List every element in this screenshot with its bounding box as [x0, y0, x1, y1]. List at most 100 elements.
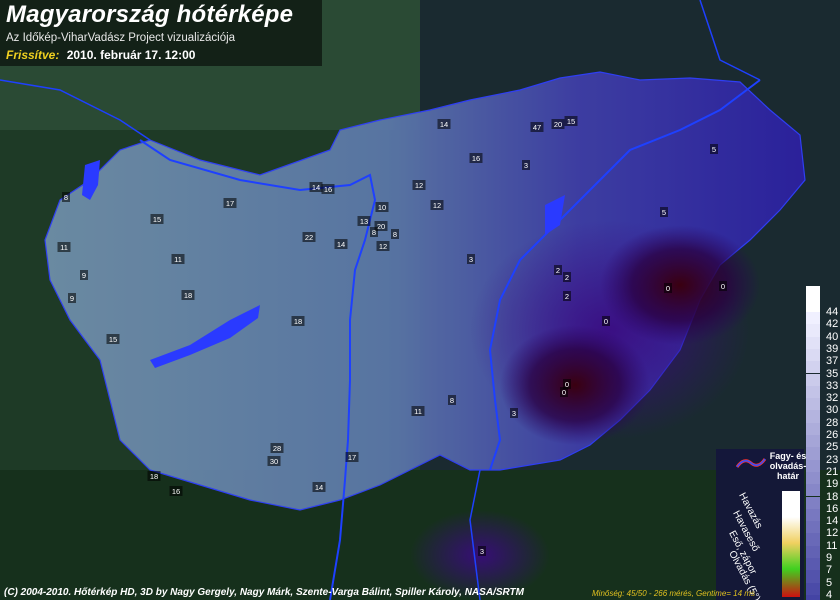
snow-depth-point: 16 [169, 486, 183, 496]
scale-cell [806, 422, 820, 435]
snow-depth-point: 9 [80, 270, 88, 280]
scale-cell [806, 570, 820, 583]
scale-tick-label: 26 [826, 429, 839, 441]
snow-depth-value: 11 [414, 407, 422, 416]
snow-depth-value: 12 [379, 242, 387, 251]
snow-map-page: 8 15 17 14 16 11 9 9 11 18 15 22 14 18 13 10 20 8 8 12 12 14 4… [0, 0, 840, 600]
updated-label: Frissítve: [6, 48, 60, 62]
scale-cell [806, 336, 820, 349]
snow-depth-value: 3 [469, 255, 473, 264]
snow-depth-point: 20 [551, 119, 565, 129]
snow-depth-value: 10 [378, 203, 386, 212]
snow-depth-point: 8 [448, 395, 456, 405]
scale-tick-label: 35 [826, 367, 839, 380]
legend-rain-swatch [782, 543, 800, 569]
snow-depth-point: 17 [345, 452, 359, 462]
snow-depth-point: 3 [510, 408, 518, 418]
scale-tick-label: 4 [826, 588, 833, 600]
title-panel: Magyarország hótérképe Az Időkép-ViharVa… [0, 0, 322, 66]
scale-cell [806, 558, 820, 571]
snow-depth-point: 47 [530, 122, 544, 132]
snow-depth-point: 8 [370, 227, 378, 237]
snow-depth-value: 18 [294, 317, 302, 326]
page-subtitle: Az Időkép-ViharVadász Project vizualizác… [6, 32, 236, 44]
scale-tick-label: 44 [826, 306, 839, 318]
snow-depth-value: 0 [666, 284, 670, 293]
snow-depth-point: 12 [376, 241, 390, 251]
scale-cell [806, 398, 820, 411]
scale-cell [806, 435, 820, 448]
scale-cell [806, 459, 820, 472]
snow-depth-point: 2 [563, 272, 571, 282]
snow-depth-point: 18 [147, 471, 161, 481]
updated-value: 2010. február 17. 12:00 [66, 48, 196, 62]
scale-tick-label: 16 [826, 502, 839, 515]
snow-depth-point: 2 [554, 265, 562, 275]
snow-depth-value: 13 [360, 217, 368, 226]
scale-cell-top [806, 286, 820, 312]
snow-depth-value: 12 [433, 201, 441, 210]
snow-depth-point: 16 [469, 153, 483, 163]
scale-tick-label: 12 [826, 527, 839, 540]
snow-depth-value: 0 [604, 317, 608, 326]
snow-depth-value: 14 [337, 240, 345, 249]
snow-depth-point: 8 [391, 229, 399, 239]
snow-depth-point: 10 [375, 202, 389, 212]
snow-depth-value: 3 [524, 161, 528, 170]
snow-depth-value: 18 [150, 472, 158, 481]
snow-depth-point: 2 [563, 291, 571, 301]
snow-depth-point: 17 [223, 198, 237, 208]
snow-depth-point: 22 [302, 232, 316, 242]
snow-depth-value: 18 [184, 291, 192, 300]
snow-depth-value: 20 [554, 120, 562, 129]
snow-depth-value: 8 [372, 228, 376, 237]
scale-tick-label: 28 [826, 416, 839, 429]
snow-depth-value: 16 [324, 185, 332, 194]
snow-depth-point: 15 [106, 334, 120, 344]
snow-depth-point: 14 [312, 482, 326, 492]
snow-depth-scale: 44 42 40 39 37 35 33 32 30 28 26 25 23 21 19 18 16 14 12 11… [806, 286, 840, 600]
snow-depth-point: 18 [181, 290, 195, 300]
snow-depth-point: 3 [522, 160, 530, 170]
snow-depth-value: 14 [312, 183, 320, 192]
snow-depth-map: 8151714 1611991118152214181310208 8121214 4… [0, 0, 840, 600]
legend-sleet-swatch [782, 517, 800, 543]
scale-cell [806, 348, 820, 362]
snow-depth-point: 0 [602, 316, 610, 326]
scale-cell [806, 361, 820, 374]
snow-depth-value: 15 [567, 117, 575, 126]
scale-tick-label: 5 [826, 576, 833, 589]
snow-depth-value: 15 [153, 215, 161, 224]
boundary-label: Fagy- és olvadás-határ [769, 451, 807, 481]
quality-info: Minőség: 45/50 - 266 mérés, Gentime= 14 … [592, 589, 755, 598]
snow-depth-point: 15 [564, 116, 578, 126]
scale-cell [806, 447, 820, 460]
legend-melt-swatch [782, 569, 800, 597]
snow-depth-point: 15 [150, 214, 164, 224]
scale-tick-label: 32 [826, 392, 839, 405]
snow-depth-value: 16 [472, 154, 480, 163]
scale-cell [806, 324, 820, 337]
snow-depth-value: 9 [82, 271, 86, 280]
snow-depth-value: 11 [60, 243, 68, 252]
snow-depth-value: 0 [721, 282, 725, 291]
scale-tick-label: 40 [826, 330, 839, 343]
snow-depth-point: 30 [267, 456, 281, 466]
snow-depth-value: 2 [565, 292, 569, 301]
scale-cell [806, 471, 820, 485]
snow-depth-value: 17 [348, 453, 356, 462]
snow-depth-point: 11 [411, 406, 425, 416]
snow-depth-value: 2 [556, 266, 560, 275]
scale-tick-label: 9 [826, 552, 833, 564]
scale-tick-label: 18 [826, 490, 839, 503]
snow-depth-value: 0 [562, 388, 566, 397]
snow-depth-value: 22 [305, 233, 313, 242]
snow-depth-value: 47 [533, 123, 541, 132]
scale-cell [806, 312, 820, 325]
snow-depth-value: 14 [440, 120, 448, 129]
scale-tick-label: 33 [826, 379, 839, 392]
scale-tick-label: 37 [826, 355, 839, 368]
scale-cell [806, 545, 820, 558]
boundary-line-icon [736, 458, 766, 468]
snow-depth-value: 5 [662, 208, 666, 217]
